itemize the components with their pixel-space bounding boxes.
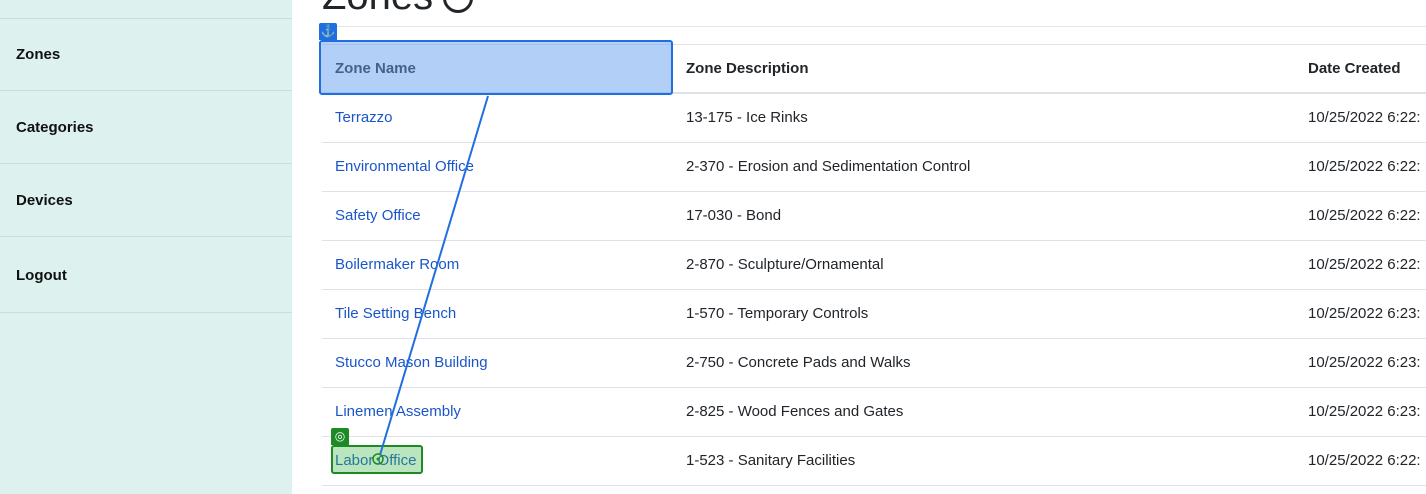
zone-description: 2-370 - Erosion and Sedimentation Contro… xyxy=(686,158,971,175)
date-created: 10/25/2022 6:23: xyxy=(1308,305,1421,322)
sidebar: Zones Categories Devices Logout xyxy=(0,0,292,494)
zone-name-link[interactable]: Tile Setting Bench xyxy=(335,305,456,322)
column-header-zone-description[interactable]: Zone Description xyxy=(686,45,809,92)
page-title-text: Zones xyxy=(322,0,433,18)
zone-name-link[interactable]: Safety Office xyxy=(335,207,421,224)
sidebar-item-zones[interactable]: Zones xyxy=(0,19,292,91)
divider xyxy=(322,26,1426,27)
table-row: Environmental Office 2-370 - Erosion and… xyxy=(322,143,1426,192)
zone-description: 13-175 - Ice Rinks xyxy=(686,109,808,126)
zone-name-link[interactable]: Boilermaker Room xyxy=(335,256,459,273)
date-created: 10/25/2022 6:23: xyxy=(1308,354,1421,371)
table-row: Tile Setting Bench 1-570 - Temporary Con… xyxy=(322,290,1426,339)
drop-target-highlight xyxy=(331,445,423,474)
sidebar-item-devices[interactable]: Devices xyxy=(0,165,292,237)
sidebar-item-categories[interactable]: Categories xyxy=(0,92,292,164)
zone-description: 1-570 - Temporary Controls xyxy=(686,305,869,322)
zone-name-link[interactable]: Stucco Mason Building xyxy=(335,354,488,371)
zone-name-link[interactable]: Linemen Assembly xyxy=(335,403,461,420)
sidebar-item-logout[interactable]: Logout xyxy=(0,238,292,313)
zone-description: 1-523 - Sanitary Facilities xyxy=(686,452,856,469)
zone-description: 2-825 - Wood Fences and Gates xyxy=(686,403,904,420)
sidebar-item-label: Categories xyxy=(16,119,94,136)
table-row: Terrazzo 13-175 - Ice Rinks 10/25/2022 6… xyxy=(322,94,1426,143)
table-row: Safety Office 17-030 - Bond 10/25/2022 6… xyxy=(322,192,1426,241)
target-icon: ◎ xyxy=(331,428,349,445)
date-created: 10/25/2022 6:22: xyxy=(1308,109,1421,126)
sidebar-item-label: Zones xyxy=(16,46,61,63)
page-title: Zones xyxy=(322,0,474,19)
zones-table: Zone Name Zone Description Date Created … xyxy=(322,44,1426,486)
anchor-icon: ⚓ xyxy=(319,23,337,40)
zone-name-link[interactable]: Environmental Office xyxy=(335,158,474,175)
zone-description: 17-030 - Bond xyxy=(686,207,782,224)
date-created: 10/25/2022 6:22: xyxy=(1308,256,1421,273)
zone-description: 2-870 - Sculpture/Ornamental xyxy=(686,256,884,273)
table-row: Labor Office 1-523 - Sanitary Facilities… xyxy=(322,437,1426,486)
date-created: 10/25/2022 6:22: xyxy=(1308,158,1421,175)
column-header-date-created[interactable]: Date Created xyxy=(1308,45,1401,92)
drag-source-highlight xyxy=(319,40,673,95)
date-created: 10/25/2022 6:23: xyxy=(1308,403,1421,420)
info-icon[interactable] xyxy=(443,0,474,14)
date-created: 10/25/2022 6:22: xyxy=(1308,207,1421,224)
table-row: Boilermaker Room 2-870 - Sculpture/Ornam… xyxy=(322,241,1426,290)
date-created: 10/25/2022 6:22: xyxy=(1308,452,1421,469)
sidebar-item-label: Devices xyxy=(16,192,73,209)
table-row: Linemen Assembly 2-825 - Wood Fences and… xyxy=(322,388,1426,437)
sidebar-item-label: Logout xyxy=(16,266,67,284)
zone-description: 2-750 - Concrete Pads and Walks xyxy=(686,354,911,371)
table-row: Stucco Mason Building 2-750 - Concrete P… xyxy=(322,339,1426,388)
zone-name-link[interactable]: Terrazzo xyxy=(335,109,393,126)
